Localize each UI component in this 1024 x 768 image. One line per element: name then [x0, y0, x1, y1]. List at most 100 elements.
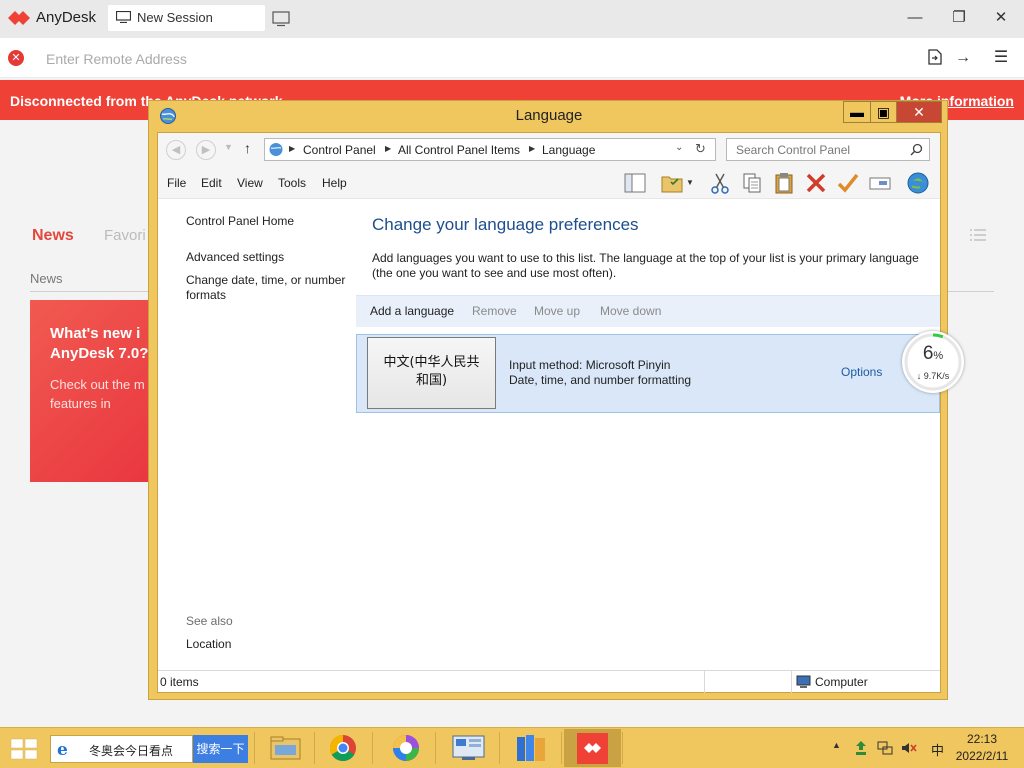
- paste-icon[interactable]: [772, 171, 796, 195]
- sync-tray-icon[interactable]: [852, 739, 870, 757]
- search-box: [726, 138, 930, 161]
- photo-app-button[interactable]: [378, 729, 435, 767]
- input-method-text: Input method: Microsoft Pinyin: [509, 358, 671, 372]
- search-icon[interactable]: [910, 143, 923, 156]
- add-language-button[interactable]: Add a language: [370, 304, 454, 318]
- cp-close-button[interactable]: ✕: [896, 101, 942, 123]
- taskbar-separator: [435, 732, 436, 764]
- list-view-icon[interactable]: [970, 228, 986, 242]
- sidebar-change-date-formats[interactable]: Change date, time, or number formats: [186, 273, 351, 303]
- menu-help[interactable]: Help: [322, 176, 347, 190]
- close-button[interactable]: ✕: [990, 8, 1012, 28]
- status-divider: [791, 671, 792, 693]
- language-window: Language ▬ ▣ ✕ ◀ ▶ ▼ ↑ ▶ Control Panel ▶…: [148, 100, 948, 700]
- taskbar-search-box[interactable]: e 冬奥会今日看点: [50, 735, 193, 763]
- sidebar-location[interactable]: Location: [186, 637, 351, 652]
- tray-expand-icon[interactable]: ▲: [832, 740, 841, 750]
- folder-options-icon[interactable]: [660, 171, 684, 195]
- refresh-icon[interactable]: ↻: [695, 141, 706, 157]
- item-count: 0 items: [160, 675, 199, 689]
- windows-start-icon[interactable]: [10, 738, 38, 760]
- globe-icon[interactable]: [906, 171, 930, 195]
- folder-options-dropdown-icon[interactable]: ▼: [686, 178, 694, 187]
- menu-file[interactable]: File: [167, 176, 186, 190]
- taskbar-search-text: 冬奥会今日看点: [89, 744, 174, 758]
- new-tab-icon[interactable]: [272, 11, 290, 27]
- language-name-line: 中文(中华人民共: [383, 355, 480, 370]
- menu-view[interactable]: View: [237, 176, 263, 190]
- network-speed-widget[interactable]: 6% ↓ 9.7K/s: [902, 331, 964, 393]
- delete-icon[interactable]: [804, 171, 828, 195]
- usage-percent-value: 6: [922, 343, 934, 364]
- menu-icon[interactable]: ☰: [992, 49, 1010, 67]
- language-action-bar: Add a language Remove Move up Move down: [356, 295, 940, 327]
- recent-locations-icon[interactable]: ▼: [224, 142, 233, 152]
- cut-icon[interactable]: [708, 171, 732, 195]
- file-explorer-icon: [270, 736, 301, 760]
- taskbar-separator: [254, 732, 255, 764]
- formatting-text: Date, time, and number formatting: [509, 373, 692, 387]
- sidebar-advanced-settings[interactable]: Advanced settings: [186, 250, 351, 265]
- breadcrumb-language[interactable]: Language: [542, 143, 595, 157]
- menu-edit[interactable]: Edit: [201, 176, 222, 190]
- zone-label: Computer: [815, 675, 868, 689]
- remote-address-input[interactable]: [46, 49, 646, 69]
- sidebar-control-panel-home[interactable]: Control Panel Home: [186, 214, 351, 229]
- address-breadcrumb[interactable]: ▶ Control Panel ▶ All Control Panel Item…: [264, 138, 716, 161]
- minimize-button[interactable]: —: [904, 8, 926, 28]
- breadcrumb-control-panel[interactable]: Control Panel: [303, 143, 376, 157]
- app-name: AnyDesk: [36, 9, 97, 26]
- tab-new-session[interactable]: New Session: [108, 5, 265, 31]
- taskbar-search-button[interactable]: 搜索一下: [193, 735, 248, 763]
- language-options-link[interactable]: Options: [841, 365, 882, 379]
- search-input[interactable]: [736, 143, 906, 157]
- control-panel-icon: [269, 143, 283, 156]
- input-method-indicator[interactable]: 中: [931, 740, 944, 759]
- connect-arrow-icon[interactable]: →: [954, 49, 972, 67]
- address-dropdown-icon[interactable]: ⌄: [675, 142, 683, 153]
- usage-percent: 6%: [902, 343, 964, 365]
- cp-client-area: ◀ ▶ ▼ ↑ ▶ Control Panel ▶ All Control Pa…: [157, 132, 941, 693]
- anydesk-icon: [577, 733, 608, 764]
- books-icon: [517, 735, 545, 761]
- language-name-tile[interactable]: 中文(中华人民共 和国): [367, 337, 496, 409]
- volume-muted-icon[interactable]: [900, 739, 918, 757]
- library-button[interactable]: [503, 729, 560, 767]
- file-transfer-icon[interactable]: [926, 49, 944, 67]
- file-explorer-button[interactable]: [257, 729, 314, 767]
- page-description: Add languages you want to use to this li…: [372, 251, 919, 280]
- menu-tools[interactable]: Tools: [278, 176, 306, 190]
- clock-date[interactable]: 2022/2/11: [950, 749, 1014, 763]
- cp-maximize-button[interactable]: ▣: [870, 101, 897, 123]
- back-button[interactable]: ◀: [166, 140, 186, 160]
- cp-minimize-button[interactable]: ▬: [843, 101, 871, 123]
- move-down-button[interactable]: Move down: [600, 304, 661, 318]
- download-speed: ↓ 9.7K/s: [916, 371, 950, 381]
- language-name-line: 和国): [415, 373, 448, 388]
- forward-button[interactable]: ▶: [196, 140, 216, 160]
- restore-button[interactable]: ❐: [948, 8, 970, 28]
- breadcrumb-separator-icon: ▶: [385, 144, 392, 153]
- remove-button[interactable]: Remove: [472, 304, 517, 318]
- move-up-button[interactable]: Move up: [534, 304, 580, 318]
- breadcrumb-all-items[interactable]: All Control Panel Items: [398, 143, 520, 157]
- taskbar-separator: [372, 732, 373, 764]
- anydesk-taskbar-button[interactable]: [564, 729, 621, 767]
- taskbar: e 冬奥会今日看点 搜索一下 ▲ 中 22:13 2022/2/11: [0, 727, 1024, 768]
- rename-icon[interactable]: [868, 171, 892, 195]
- clock-time[interactable]: 22:13: [950, 732, 1014, 746]
- tab-favorites[interactable]: Favori: [104, 227, 146, 244]
- control-panel-button[interactable]: [440, 729, 497, 767]
- layout-pane-icon[interactable]: [623, 171, 647, 195]
- taskbar-separator: [622, 732, 623, 764]
- network-tray-icon[interactable]: [876, 739, 894, 757]
- language-details: Input method: Microsoft Pinyin Date, tim…: [509, 358, 691, 388]
- tab-news[interactable]: News: [32, 227, 74, 245]
- usage-percent-unit: %: [933, 350, 944, 362]
- language-list-item[interactable]: 中文(中华人民共 和国) Input method: Microsoft Pin…: [356, 334, 940, 413]
- copy-icon[interactable]: [740, 171, 764, 195]
- up-arrow-icon[interactable]: ↑: [244, 140, 251, 156]
- chrome-button[interactable]: [315, 729, 372, 767]
- properties-check-icon[interactable]: [836, 171, 860, 195]
- taskbar-separator: [499, 732, 500, 764]
